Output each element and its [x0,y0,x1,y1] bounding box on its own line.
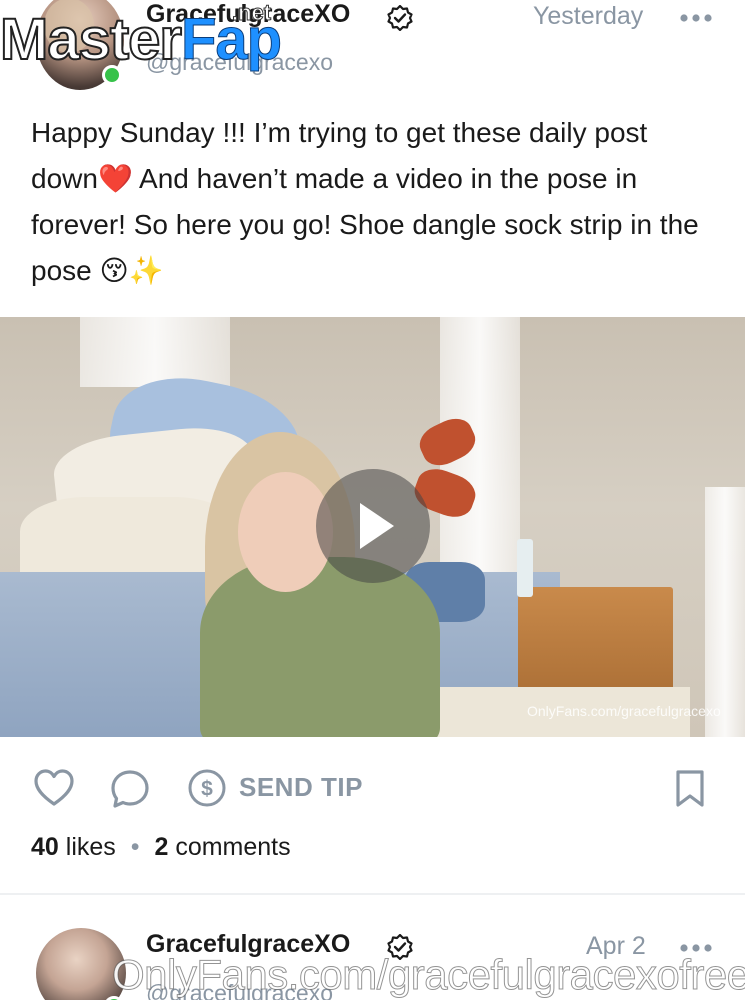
watermark-logo-tld: .net [231,0,272,26]
media-scene-curtain-left [80,317,230,387]
likes-count: 40 [31,833,59,861]
post-stats: 40 likes • 2 comments [31,833,291,862]
comments-count: 2 [154,833,169,861]
svg-text:$: $ [201,778,213,801]
stats-separator: • [130,833,140,861]
verified-badge-icon [387,5,413,31]
post-video[interactable]: OnlyFans.com/gracefulgracexo [0,317,745,737]
heart-icon[interactable] [33,768,75,808]
likes-label[interactable]: likes [66,833,116,861]
play-icon[interactable] [316,469,430,583]
post-actions: $ SEND TIP [0,760,745,820]
media-watermark: OnlyFans.com/gracefulgracexo [527,703,721,719]
comment-bubble-icon[interactable] [109,768,151,810]
dollar-circle-icon[interactable]: $ [187,768,227,808]
comments-label[interactable]: comments [175,833,290,861]
more-dots-icon[interactable] [678,8,714,28]
send-tip-button[interactable]: SEND TIP [239,772,363,803]
post-timestamp: Yesterday [533,2,644,30]
footer-watermark: OnlyFans.com/gracefulgracexofree [112,951,745,999]
post-divider [0,893,745,895]
media-scene-person [200,557,440,737]
post-text: Happy Sunday !!! I’m trying to get these… [31,117,699,286]
media-scene-curtain-edge [705,487,745,737]
watermark-logo-part1: Master [0,7,183,72]
bookmark-icon[interactable] [674,768,706,810]
media-scene-bottle [517,539,533,597]
